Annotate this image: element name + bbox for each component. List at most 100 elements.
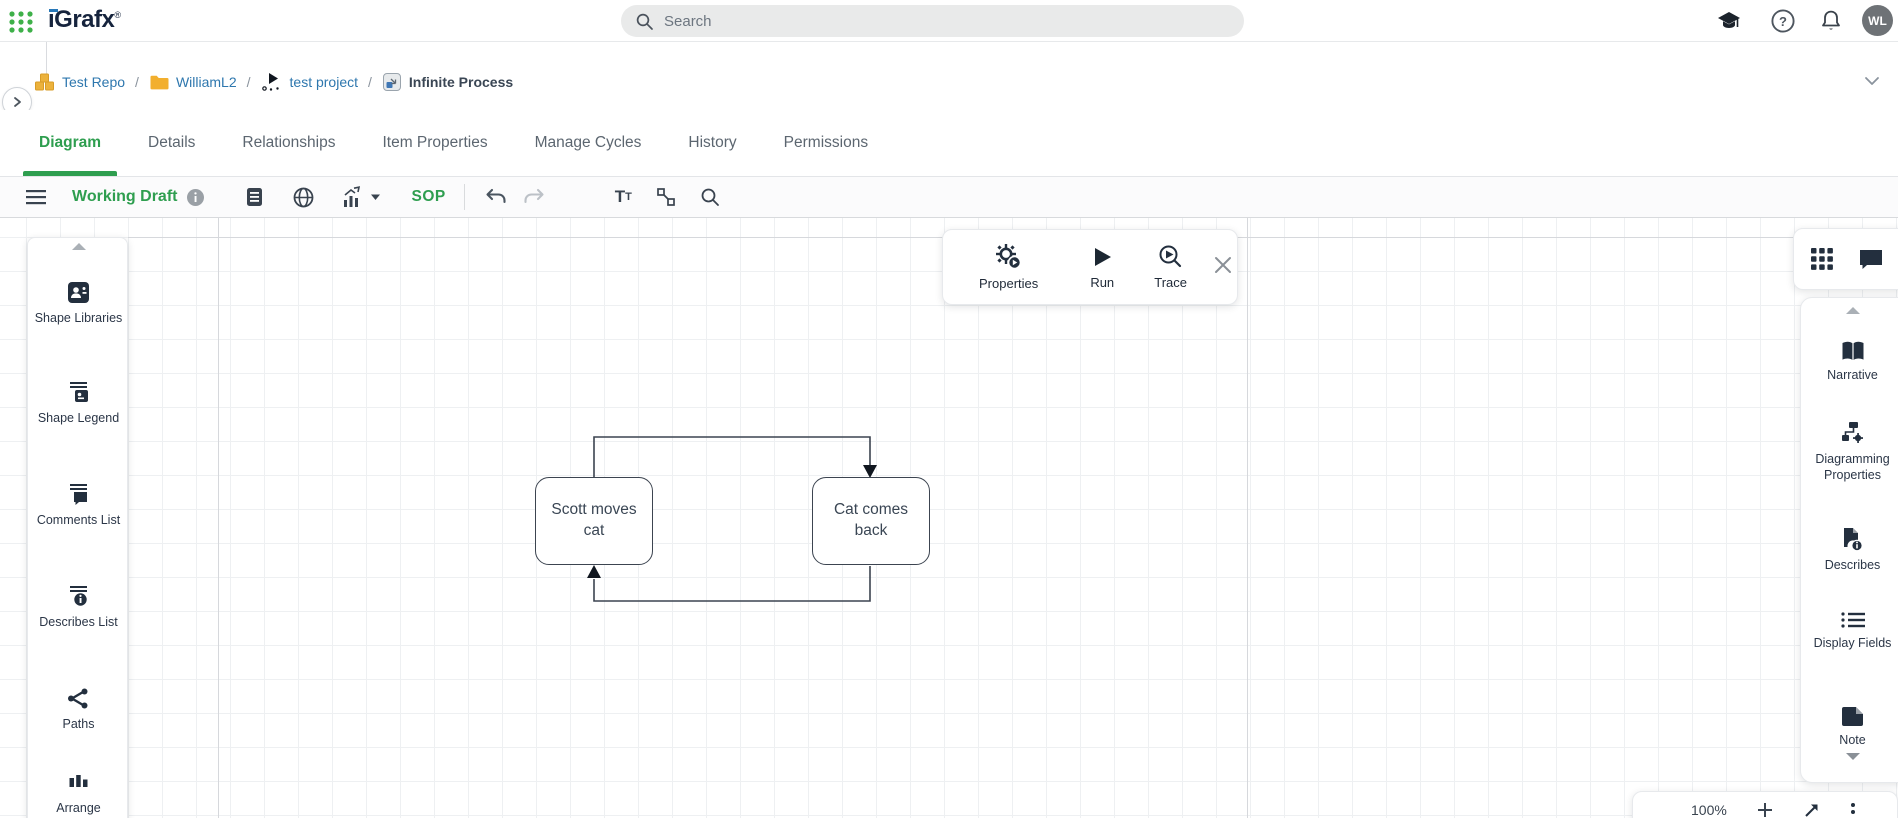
process-shape-cat-comes-back[interactable]: Cat comes back xyxy=(812,477,930,565)
note-icon xyxy=(1840,706,1865,727)
zoom-in-button[interactable] xyxy=(1757,802,1773,818)
version-selector[interactable]: Working Draft xyxy=(72,188,177,206)
caret-down-icon xyxy=(370,193,381,201)
shape-legend-icon xyxy=(66,380,91,405)
more-options-button[interactable] xyxy=(1850,802,1856,818)
tab-label: Manage Cycles xyxy=(535,134,642,152)
breadcrumb-repository[interactable]: Test Repo xyxy=(34,72,125,92)
sidebar-item-shape-legend[interactable]: Shape Legend xyxy=(28,380,129,426)
breadcrumb-link[interactable]: test project xyxy=(290,74,358,90)
app-launcher-button[interactable] xyxy=(8,9,34,35)
tab-label: History xyxy=(688,134,736,152)
user-avatar[interactable]: WL xyxy=(1862,5,1893,36)
sidebar-item-describes-list[interactable]: Describes List xyxy=(28,584,129,630)
redo-icon xyxy=(523,188,545,206)
repository-icon xyxy=(34,72,55,92)
document-icon xyxy=(246,187,263,207)
search-input[interactable] xyxy=(664,13,1184,30)
igrafx-logo: iGrafx® xyxy=(48,6,121,34)
undo-button[interactable] xyxy=(485,188,507,206)
panel-item-note[interactable]: Note xyxy=(1801,706,1898,748)
top-bar: iGrafx® ? xyxy=(0,0,1898,42)
breadcrumb: Test Repo / WilliamL2 / test project / xyxy=(34,72,513,92)
web-view-button[interactable] xyxy=(293,187,314,208)
trace-icon xyxy=(1158,244,1183,269)
panel-item-label: Narrative xyxy=(1805,367,1898,383)
close-icon xyxy=(1213,255,1233,275)
shape-properties-button[interactable]: Properties xyxy=(979,243,1038,291)
trace-button[interactable]: Trace xyxy=(1154,244,1187,290)
text-format-button[interactable]: TT xyxy=(615,187,632,207)
help-button[interactable]: ? xyxy=(1770,8,1796,34)
logo-registered-mark: ® xyxy=(114,10,120,20)
breadcrumb-expand-button[interactable] xyxy=(1864,74,1880,92)
breadcrumb-link[interactable]: Test Repo xyxy=(62,74,125,90)
close-toolbar-button[interactable] xyxy=(1213,255,1233,280)
chat-bubble-icon xyxy=(1858,247,1884,271)
diagram-canvas[interactable] xyxy=(0,218,1898,818)
properties-gear-icon xyxy=(995,243,1022,270)
tab-diagram[interactable]: Diagram xyxy=(39,110,101,176)
comments-list-icon xyxy=(66,482,91,507)
sidebar-item-paths[interactable]: Paths xyxy=(28,686,129,732)
scroll-up-button[interactable] xyxy=(28,242,129,251)
search-icon xyxy=(635,12,654,31)
breadcrumb-current-label: Infinite Process xyxy=(409,74,513,90)
page-boundary-right xyxy=(1247,218,1248,818)
sop-button[interactable]: SOP xyxy=(411,188,445,206)
button-label: Trace xyxy=(1154,275,1187,290)
panel-item-label: Diagramming Properties xyxy=(1805,451,1898,483)
triangle-up-icon xyxy=(1845,306,1861,315)
notifications-button[interactable] xyxy=(1818,8,1844,34)
graduation-cap-icon xyxy=(1716,8,1742,34)
scroll-up-button[interactable] xyxy=(1801,306,1898,315)
diagram-menu-button[interactable] xyxy=(26,189,46,205)
connector-tool-button[interactable] xyxy=(656,187,676,207)
tab-item-properties[interactable]: Item Properties xyxy=(382,110,487,176)
process-project-icon xyxy=(261,72,283,92)
breadcrumb-separator: / xyxy=(247,74,251,90)
panel-item-diagramming-properties[interactable]: Diagramming Properties xyxy=(1801,420,1898,483)
tab-manage-cycles[interactable]: Manage Cycles xyxy=(535,110,642,176)
process-shape-scott-moves-cat[interactable]: Scott moves cat xyxy=(535,477,653,565)
chevron-down-icon xyxy=(1864,75,1880,87)
tab-relationships[interactable]: Relationships xyxy=(242,110,335,176)
info-icon xyxy=(187,189,204,206)
breadcrumb-separator: / xyxy=(135,74,139,90)
panel-item-display-fields[interactable]: Display Fields xyxy=(1801,610,1898,651)
fit-to-screen-button[interactable] xyxy=(1803,802,1820,818)
kebab-menu-icon xyxy=(1850,802,1856,818)
right-view-switcher xyxy=(1793,228,1898,290)
tab-label: Item Properties xyxy=(382,134,487,152)
sidebar-item-label: Describes List xyxy=(35,614,123,630)
panel-item-describes[interactable]: Describes xyxy=(1801,526,1898,573)
version-info-button[interactable] xyxy=(187,189,204,206)
zoom-level[interactable]: 100% xyxy=(1691,802,1727,818)
comment-view-button[interactable] xyxy=(1858,247,1884,271)
document-view-button[interactable] xyxy=(246,187,263,207)
grid-view-button[interactable] xyxy=(1810,247,1834,271)
breadcrumb-folder[interactable]: WilliamL2 xyxy=(149,73,237,91)
tab-bar: Diagram Details Relationships Item Prope… xyxy=(0,110,1898,177)
tab-permissions[interactable]: Permissions xyxy=(784,110,868,176)
page-boundary-left xyxy=(218,218,219,818)
sidebar-item-comments-list[interactable]: Comments List xyxy=(28,482,129,528)
logo-accent-bar xyxy=(49,9,58,12)
chart-menu-button[interactable] xyxy=(342,186,381,208)
canvas-search-button[interactable] xyxy=(700,187,720,207)
tab-details[interactable]: Details xyxy=(148,110,195,176)
shape-label: Scott moves cat xyxy=(540,500,648,542)
sidebar-item-shape-libraries[interactable]: Shape Libraries xyxy=(28,280,129,326)
breadcrumb-project[interactable]: test project xyxy=(261,72,358,92)
run-button[interactable]: Run xyxy=(1090,245,1114,290)
tab-history[interactable]: History xyxy=(688,110,736,176)
redo-button[interactable] xyxy=(523,188,545,206)
global-search[interactable] xyxy=(621,5,1244,37)
academy-button[interactable] xyxy=(1716,8,1742,34)
panel-item-narrative[interactable]: Narrative xyxy=(1801,340,1898,383)
scroll-down-button[interactable] xyxy=(1801,752,1898,761)
sidebar-item-arrange[interactable]: Arrange xyxy=(28,770,129,816)
plus-icon xyxy=(1757,802,1773,818)
tab-label: Details xyxy=(148,134,195,152)
breadcrumb-link[interactable]: WilliamL2 xyxy=(176,74,237,90)
